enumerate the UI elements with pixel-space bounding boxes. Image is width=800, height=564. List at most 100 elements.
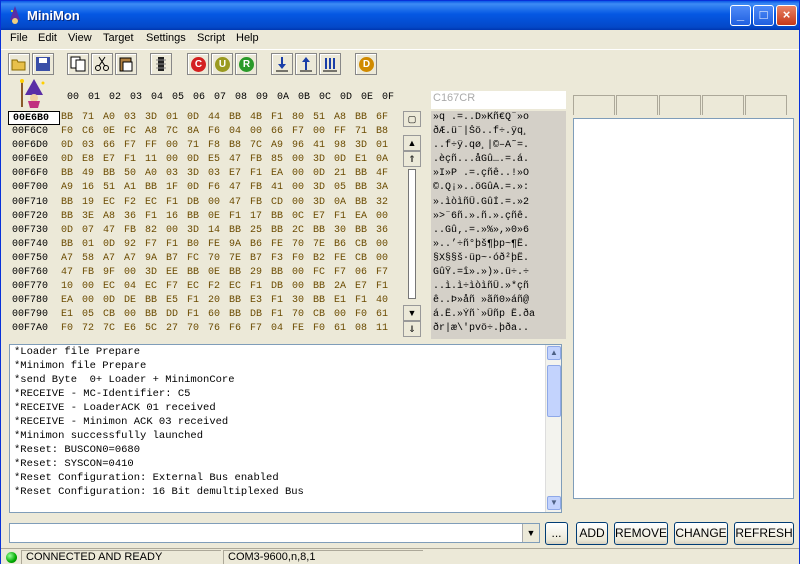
- hex-byte[interactable]: F2: [208, 280, 229, 294]
- hex-byte[interactable]: E1: [61, 308, 82, 322]
- hex-byte[interactable]: 51: [313, 111, 334, 125]
- hex-byte[interactable]: F1: [271, 294, 292, 308]
- hex-byte[interactable]: EE: [166, 266, 187, 280]
- log-scrollbar[interactable]: ▲ ▼: [545, 345, 561, 512]
- hex-byte[interactable]: BB: [187, 210, 208, 224]
- hex-byte[interactable]: 00: [292, 196, 313, 210]
- hex-byte[interactable]: 8A: [187, 125, 208, 139]
- hex-byte[interactable]: FB: [250, 196, 271, 210]
- hex-byte[interactable]: 19: [82, 196, 103, 210]
- minimize-button[interactable]: _: [730, 5, 751, 26]
- hex-byte[interactable]: F1: [250, 280, 271, 294]
- hex-byte[interactable]: 9F: [103, 266, 124, 280]
- hex-byte[interactable]: 9A: [145, 252, 166, 266]
- hex-byte[interactable]: 16: [166, 210, 187, 224]
- hex-byte[interactable]: B7: [166, 252, 187, 266]
- hex-byte[interactable]: B6: [334, 238, 355, 252]
- hex-byte[interactable]: 00: [313, 125, 334, 139]
- hex-byte[interactable]: 01: [376, 139, 397, 153]
- menu-view[interactable]: View: [68, 32, 92, 44]
- hex-byte[interactable]: F7: [376, 266, 397, 280]
- hex-byte[interactable]: EA: [61, 294, 82, 308]
- hex-byte[interactable]: 03: [124, 111, 145, 125]
- memory-address[interactable]: 00F780: [8, 294, 60, 308]
- hex-byte[interactable]: 0D: [187, 181, 208, 195]
- hex-byte[interactable]: BB: [61, 196, 82, 210]
- hex-byte[interactable]: BB: [355, 196, 376, 210]
- hex-byte[interactable]: F1: [229, 210, 250, 224]
- hex-byte[interactable]: 10: [61, 280, 82, 294]
- hex-byte[interactable]: 00: [166, 224, 187, 238]
- hex-byte[interactable]: 01: [82, 238, 103, 252]
- watch-tab-3[interactable]: [659, 95, 701, 115]
- hex-byte[interactable]: 3D: [187, 167, 208, 181]
- hex-byte[interactable]: 4B: [250, 111, 271, 125]
- open-button[interactable]: [8, 53, 30, 75]
- hex-byte[interactable]: F1: [376, 280, 397, 294]
- hex-byte[interactable]: F1: [124, 153, 145, 167]
- hex-byte[interactable]: E8: [82, 153, 103, 167]
- hex-byte[interactable]: FB: [82, 266, 103, 280]
- menu-help[interactable]: Help: [236, 32, 259, 44]
- hex-byte[interactable]: EC: [187, 280, 208, 294]
- menu-file[interactable]: File: [10, 32, 28, 44]
- hex-byte[interactable]: E1: [334, 294, 355, 308]
- hex-byte[interactable]: 00: [82, 280, 103, 294]
- maximize-button[interactable]: □: [753, 5, 774, 26]
- hex-byte[interactable]: 96: [292, 139, 313, 153]
- hex-byte[interactable]: 98: [334, 139, 355, 153]
- hex-byte[interactable]: 0D: [334, 153, 355, 167]
- hex-byte[interactable]: 47: [229, 196, 250, 210]
- hex-byte[interactable]: A7: [124, 252, 145, 266]
- hex-byte[interactable]: CB: [103, 308, 124, 322]
- hex-byte[interactable]: B8: [376, 125, 397, 139]
- memory-address[interactable]: 00F6F0: [8, 167, 60, 181]
- hex-byte[interactable]: 71: [355, 125, 376, 139]
- hex-byte[interactable]: 05: [334, 181, 355, 195]
- hex-byte[interactable]: 17: [250, 210, 271, 224]
- hex-byte[interactable]: 70: [292, 308, 313, 322]
- hex-byte[interactable]: DB: [271, 280, 292, 294]
- hex-byte[interactable]: F6: [208, 181, 229, 195]
- cut-button[interactable]: [91, 53, 113, 75]
- hex-byte[interactable]: BB: [61, 167, 82, 181]
- hex-byte[interactable]: BB: [229, 111, 250, 125]
- hex-byte[interactable]: F2: [124, 196, 145, 210]
- hex-byte[interactable]: 85: [271, 153, 292, 167]
- hex-byte[interactable]: 1F: [166, 181, 187, 195]
- hex-byte[interactable]: E6: [124, 322, 145, 336]
- hex-byte[interactable]: A8: [103, 210, 124, 224]
- hex-byte[interactable]: 3D: [145, 111, 166, 125]
- hex-byte[interactable]: F0: [61, 322, 82, 336]
- menu-target[interactable]: Target: [103, 32, 134, 44]
- hex-byte[interactable]: BB: [145, 294, 166, 308]
- d-button[interactable]: D: [355, 53, 377, 75]
- watch-tab-2[interactable]: [616, 95, 658, 115]
- hex-byte[interactable]: 41: [271, 181, 292, 195]
- hex-byte[interactable]: A8: [145, 125, 166, 139]
- hex-byte[interactable]: 0A: [334, 196, 355, 210]
- hex-byte[interactable]: 27: [166, 322, 187, 336]
- hex-byte[interactable]: F8: [208, 139, 229, 153]
- hex-byte[interactable]: 2A: [334, 280, 355, 294]
- hex-byte[interactable]: 80: [292, 111, 313, 125]
- hex-byte[interactable]: BB: [187, 266, 208, 280]
- hex-byte[interactable]: B6: [250, 238, 271, 252]
- command-input[interactable]: ▼: [9, 523, 540, 543]
- log-scroll-thumb[interactable]: [547, 365, 561, 417]
- hex-byte[interactable]: 00: [292, 280, 313, 294]
- hex-byte[interactable]: BB: [271, 266, 292, 280]
- hex-byte[interactable]: A0: [103, 111, 124, 125]
- change-button[interactable]: CHANGE: [674, 522, 728, 545]
- hex-byte[interactable]: 82: [145, 224, 166, 238]
- memory-address[interactable]: 00F7A0: [8, 322, 60, 336]
- hex-byte[interactable]: 00: [124, 266, 145, 280]
- menu-edit[interactable]: Edit: [38, 32, 57, 44]
- hex-byte[interactable]: F1: [355, 294, 376, 308]
- hex-byte[interactable]: FC: [124, 125, 145, 139]
- hex-byte[interactable]: F7: [145, 238, 166, 252]
- hex-byte[interactable]: 0E: [208, 210, 229, 224]
- hex-byte[interactable]: 04: [271, 322, 292, 336]
- hex-byte[interactable]: A7: [61, 252, 82, 266]
- copy-button[interactable]: [67, 53, 89, 75]
